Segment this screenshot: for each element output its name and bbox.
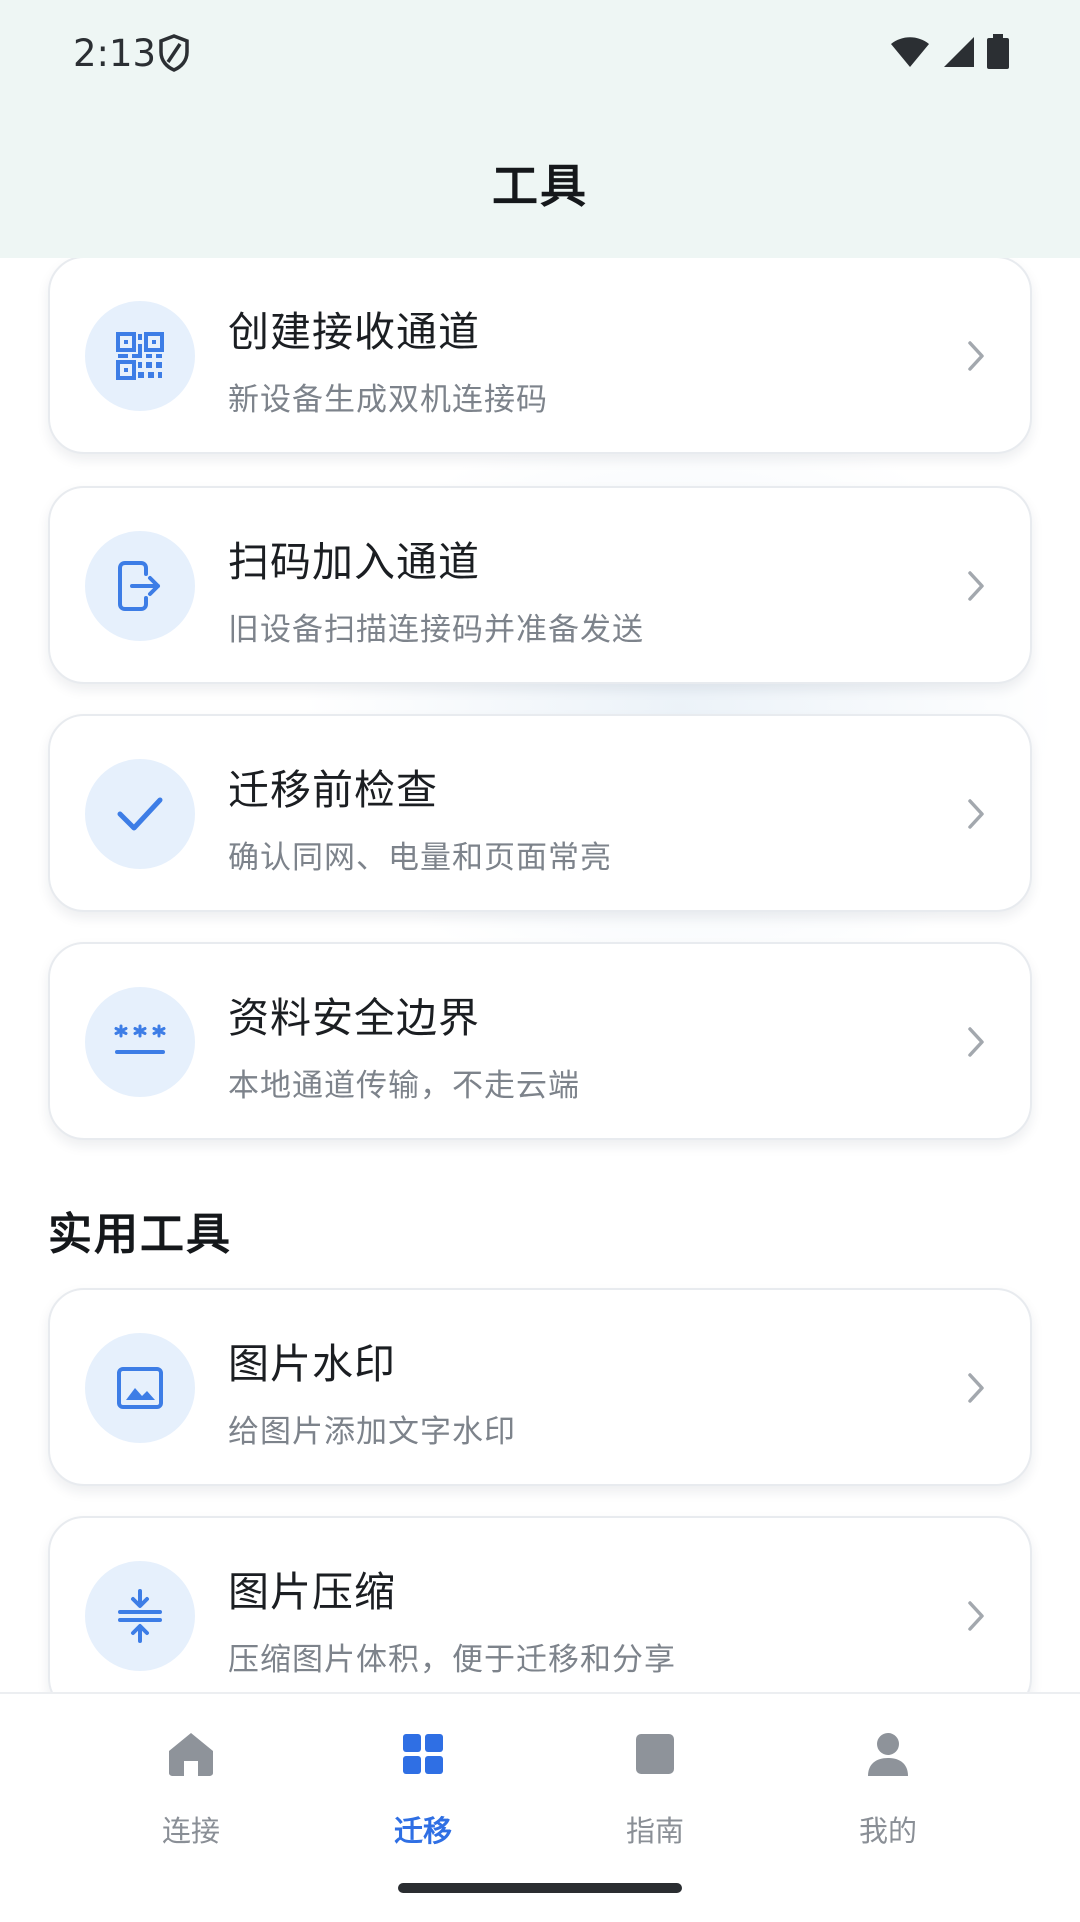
card-title: 图片压缩 xyxy=(228,1568,396,1616)
pre-migration-check-card[interactable]: 迁移前检查 确认同网、电量和页面常亮 xyxy=(48,714,1032,912)
home-icon xyxy=(116,1724,266,1784)
chevron-right-icon xyxy=(966,570,986,606)
password-icon xyxy=(85,987,195,1097)
card-subtitle: 给图片添加文字水印 xyxy=(228,1414,516,1450)
chevron-right-icon xyxy=(966,798,986,834)
status-bar: 2:13 xyxy=(0,0,1080,104)
nav-tab-connect[interactable]: 连接 xyxy=(116,1724,266,1848)
card-title: 创建接收通道 xyxy=(228,308,480,356)
page-title: 工具 xyxy=(492,159,588,213)
compress-icon xyxy=(85,1561,195,1671)
image-watermark-card[interactable]: 图片水印 给图片添加文字水印 xyxy=(48,1288,1032,1486)
wifi-icon xyxy=(890,35,930,73)
image-icon xyxy=(85,1333,195,1443)
scroll-content[interactable]: 创建接收通道 新设备生成双机连接码 扫码加入通道 旧设备扫描连接码并准备发送 迁… xyxy=(0,258,1080,1692)
nav-tab-mine[interactable]: 我的 xyxy=(813,1724,963,1848)
battery-icon xyxy=(986,34,1010,74)
nav-tab-migrate[interactable]: 迁移 xyxy=(348,1724,498,1848)
qr-code-icon xyxy=(85,301,195,411)
image-compress-card[interactable]: 图片压缩 压缩图片体积，便于迁移和分享 xyxy=(48,1516,1032,1692)
scan-join-channel-card[interactable]: 扫码加入通道 旧设备扫描连接码并准备发送 xyxy=(48,486,1032,684)
phone-exit-icon xyxy=(85,531,195,641)
shield-icon xyxy=(158,34,190,76)
nav-label: 指南 xyxy=(625,1814,684,1848)
status-icons xyxy=(890,34,1010,74)
home-indicator[interactable] xyxy=(398,1883,682,1893)
card-title: 图片水印 xyxy=(228,1340,396,1388)
signal-icon xyxy=(940,35,976,73)
top-app-bar: 2:13 工具 xyxy=(0,0,1080,258)
nav-label: 我的 xyxy=(858,1814,917,1848)
section-title: 实用工具 xyxy=(48,1209,232,1260)
chevron-right-icon xyxy=(966,1600,986,1636)
card-subtitle: 旧设备扫描连接码并准备发送 xyxy=(228,612,644,648)
status-time: 2:13 xyxy=(73,32,157,75)
card-subtitle: 压缩图片体积，便于迁移和分享 xyxy=(228,1642,676,1678)
create-receive-channel-card[interactable]: 创建接收通道 新设备生成双机连接码 xyxy=(48,258,1032,454)
card-title: 扫码加入通道 xyxy=(228,538,480,586)
checkmark-icon xyxy=(85,759,195,869)
card-subtitle: 新设备生成双机连接码 xyxy=(228,382,548,418)
chevron-right-icon xyxy=(966,340,986,376)
book-icon xyxy=(580,1724,730,1784)
card-subtitle: 确认同网、电量和页面常亮 xyxy=(228,840,612,876)
card-title: 迁移前检查 xyxy=(228,766,438,814)
card-title: 资料安全边界 xyxy=(228,994,480,1042)
person-icon xyxy=(813,1724,963,1784)
nav-label: 连接 xyxy=(161,1814,220,1848)
nav-label: 迁移 xyxy=(393,1814,452,1848)
chevron-right-icon xyxy=(966,1372,986,1408)
nav-tab-guide[interactable]: 指南 xyxy=(580,1724,730,1848)
data-security-card[interactable]: 资料安全边界 本地通道传输，不走云端 xyxy=(48,942,1032,1140)
card-subtitle: 本地通道传输，不走云端 xyxy=(228,1068,580,1104)
chevron-right-icon xyxy=(966,1026,986,1062)
grid-icon xyxy=(348,1724,498,1784)
